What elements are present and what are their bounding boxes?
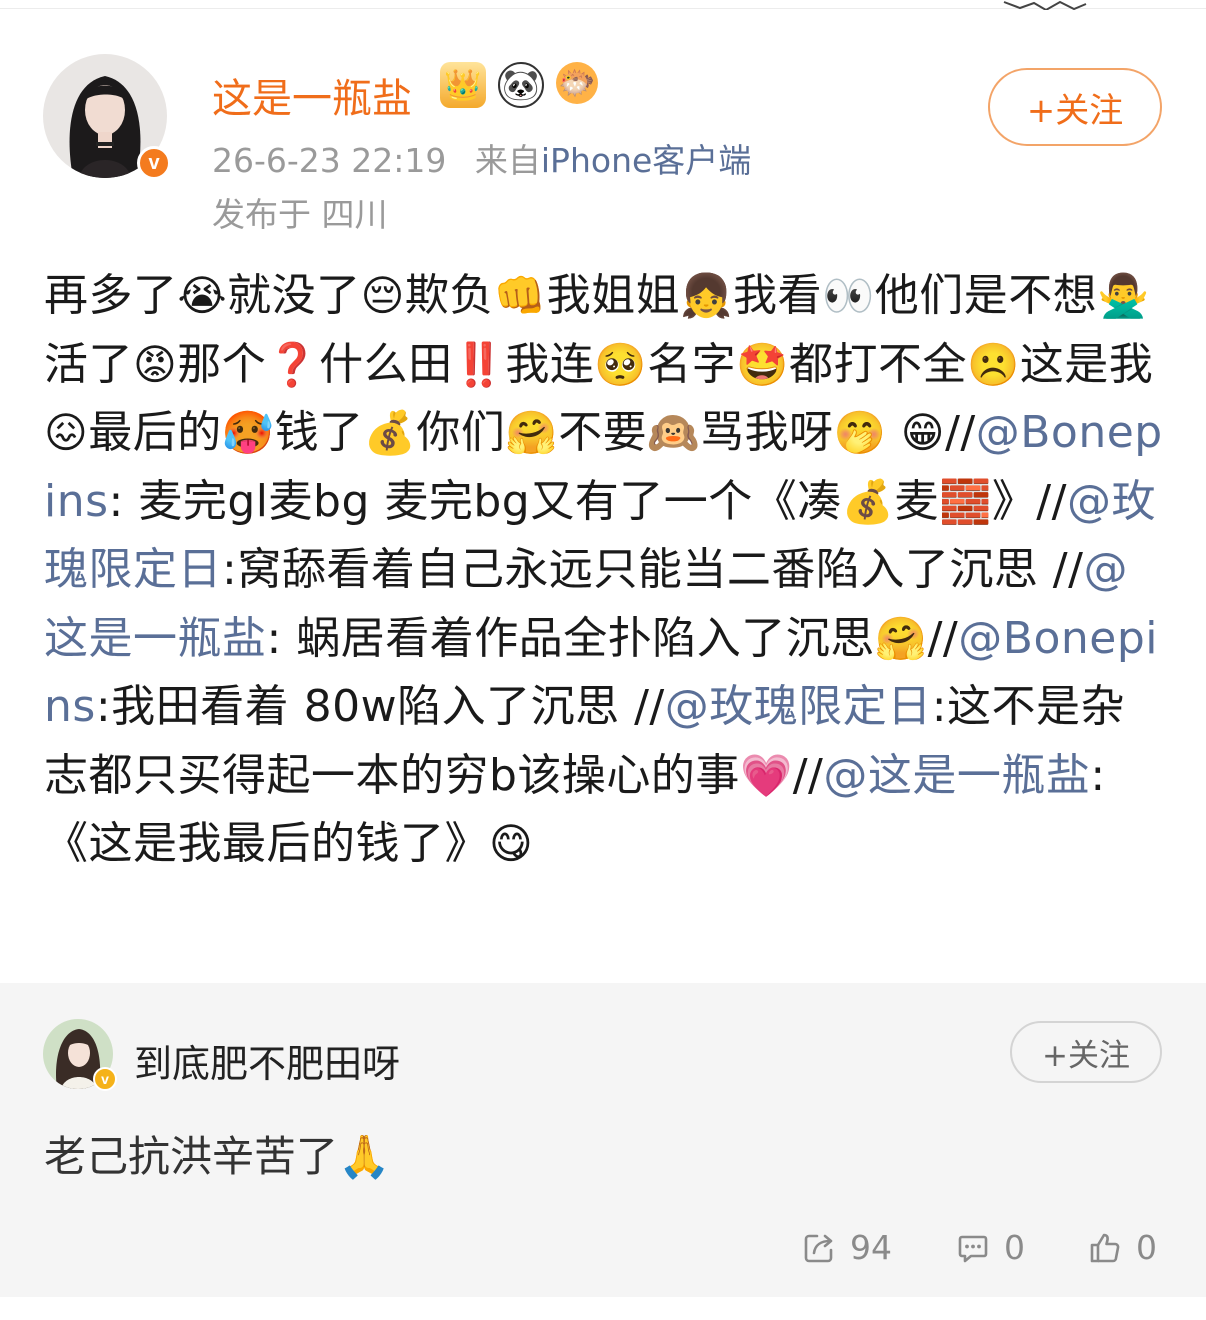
thumbs-up-icon: [1090, 1233, 1120, 1262]
emoji-icon: 😡: [133, 339, 178, 389]
like-button[interactable]: 0: [1088, 1228, 1157, 1267]
post-text-segment: 最后的: [88, 407, 222, 458]
post-text-segment: 这是我: [1019, 338, 1154, 390]
action-bar: 94 0 0: [0, 1228, 1206, 1272]
commenter-avatar[interactable]: v: [43, 1019, 117, 1091]
emoji-icon: 😁: [900, 408, 946, 457]
post-text-segment: 不要: [558, 407, 648, 458]
post-text-segment: 我连: [505, 338, 595, 390]
panda-badge-icon[interactable]: 🐼: [498, 62, 544, 108]
repost-count: 94: [850, 1228, 892, 1267]
emoji-icon: 🙉: [647, 408, 700, 457]
emoji-icon: 👊: [493, 271, 547, 320]
emoji-icon: ‼️: [452, 339, 506, 389]
post-timestamp: 26-6-23 22:19: [212, 141, 447, 180]
post-text-segment: 那个: [177, 338, 267, 390]
emoji-icon: 😭: [177, 271, 228, 320]
author-badges: 👑 🐼 🐡: [440, 62, 598, 108]
post-text-segment: 你们: [416, 407, 506, 458]
post-meta: 26-6-23 22:19 来自iPhone客户端: [212, 134, 751, 182]
post-text-segment: //: [945, 407, 976, 458]
emoji-icon: 🧱: [939, 476, 992, 526]
comment-icon: [958, 1235, 988, 1262]
commenter-verified-icon: v: [93, 1067, 117, 1091]
mention-link[interactable]: @这是一瓶盐: [823, 750, 1090, 801]
post-text-segment: //: [792, 749, 824, 801]
post-text-segment: 再多了: [44, 270, 178, 321]
repost-icon: [804, 1234, 833, 1262]
post-text-segment: 》//: [991, 475, 1067, 527]
emoji-icon: 👀: [821, 271, 875, 320]
post-location: 发布于 四川: [212, 195, 388, 234]
weibo-post: v 这是一瓶盐 👑 🐼 🐡 26-6-23 22:19 来自iPhone客户端 …: [0, 10, 1206, 982]
bottom-spacer: [0, 1297, 1206, 1320]
emoji-icon: 🥺: [594, 339, 648, 389]
featured-comment: v 到底肥不肥田呀 +关注 老己抗洪辛苦了🙏 94 0 0: [0, 983, 1206, 1297]
post-text-segment: [886, 407, 901, 458]
emoji-icon: 👧: [680, 271, 733, 320]
post-source[interactable]: iPhone客户端: [541, 141, 751, 180]
crown-badge-icon[interactable]: 👑: [440, 62, 486, 108]
author-name[interactable]: 这是一瓶盐: [212, 66, 412, 124]
emoji-icon: 🤗: [505, 408, 559, 457]
emoji-icon: 🤩: [736, 339, 789, 389]
mention-link[interactable]: @玫瑰限定日: [665, 681, 932, 732]
post-text-segment: 都打不全: [788, 338, 967, 390]
emoji-icon: 🤭: [833, 408, 887, 457]
post-text-segment: //: [927, 612, 959, 664]
emoji-icon: ☹️: [966, 339, 1020, 389]
emoji-icon: 😋: [489, 819, 534, 868]
post-text-segment: 名字: [647, 338, 737, 390]
emoji-icon: 😖: [44, 408, 89, 457]
emoji-icon: 🥵: [221, 408, 275, 457]
post-text-segment: 我看: [732, 270, 822, 321]
post-text-segment: 麦: [894, 475, 940, 527]
emoji-icon: 💗: [739, 750, 793, 800]
post-text-segment: 我姐姐: [546, 270, 681, 321]
emoji-icon: 🙅‍♂️: [1097, 271, 1151, 320]
repost-button[interactable]: 94: [802, 1228, 892, 1267]
emoji-icon: 💰: [841, 476, 895, 526]
pufferfish-badge-icon[interactable]: 🐡: [556, 62, 598, 104]
commenter-name[interactable]: 到底肥不肥田呀: [134, 1033, 400, 1088]
post-text-segment: : 蜗居看着作品全扑陷入了沉思: [266, 612, 875, 664]
follow-button[interactable]: +关注: [988, 68, 1162, 146]
post-text-segment: 钱了: [274, 407, 364, 458]
emoji-icon: 🤗: [874, 613, 928, 663]
emoji-icon: ❓: [266, 339, 320, 389]
post-text-segment: : 麦完gl麦bg 麦完bg又有了一个《凑: [108, 475, 842, 527]
author-avatar[interactable]: v: [43, 54, 171, 180]
post-text-segment: 什么田: [319, 338, 453, 390]
source-prefix: 来自: [474, 141, 541, 180]
verified-icon: v: [137, 146, 171, 180]
post-text-segment: 骂我呀: [699, 407, 834, 458]
comment-count: 0: [1004, 1228, 1025, 1267]
post-text-segment: 他们是不想: [874, 270, 1098, 321]
post-text-segment: :窝舔看着自己永远只能当二番陷入了沉思 //: [222, 544, 1084, 595]
comment-text: 老己抗洪辛苦了🙏: [44, 1132, 391, 1181]
post-text-segment: 就没了: [227, 270, 361, 321]
commenter-follow-button[interactable]: +关注: [1010, 1021, 1162, 1083]
post-body: 再多了😭就没了😔欺负👊我姐姐👧我看👀他们是不想🙅‍♂️ 活了😡那个❓什么田‼️我连…: [44, 262, 1168, 879]
post-text-segment: 欺负: [404, 270, 494, 321]
emoji-icon: 😔: [360, 271, 405, 320]
post-text-segment: :我田看着 80w陷入了沉思 //: [95, 681, 665, 732]
post-text-segment: 活了: [44, 338, 133, 390]
like-count: 0: [1136, 1228, 1157, 1267]
emoji-icon: 💰: [363, 408, 417, 457]
comment-button[interactable]: 0: [956, 1228, 1025, 1267]
